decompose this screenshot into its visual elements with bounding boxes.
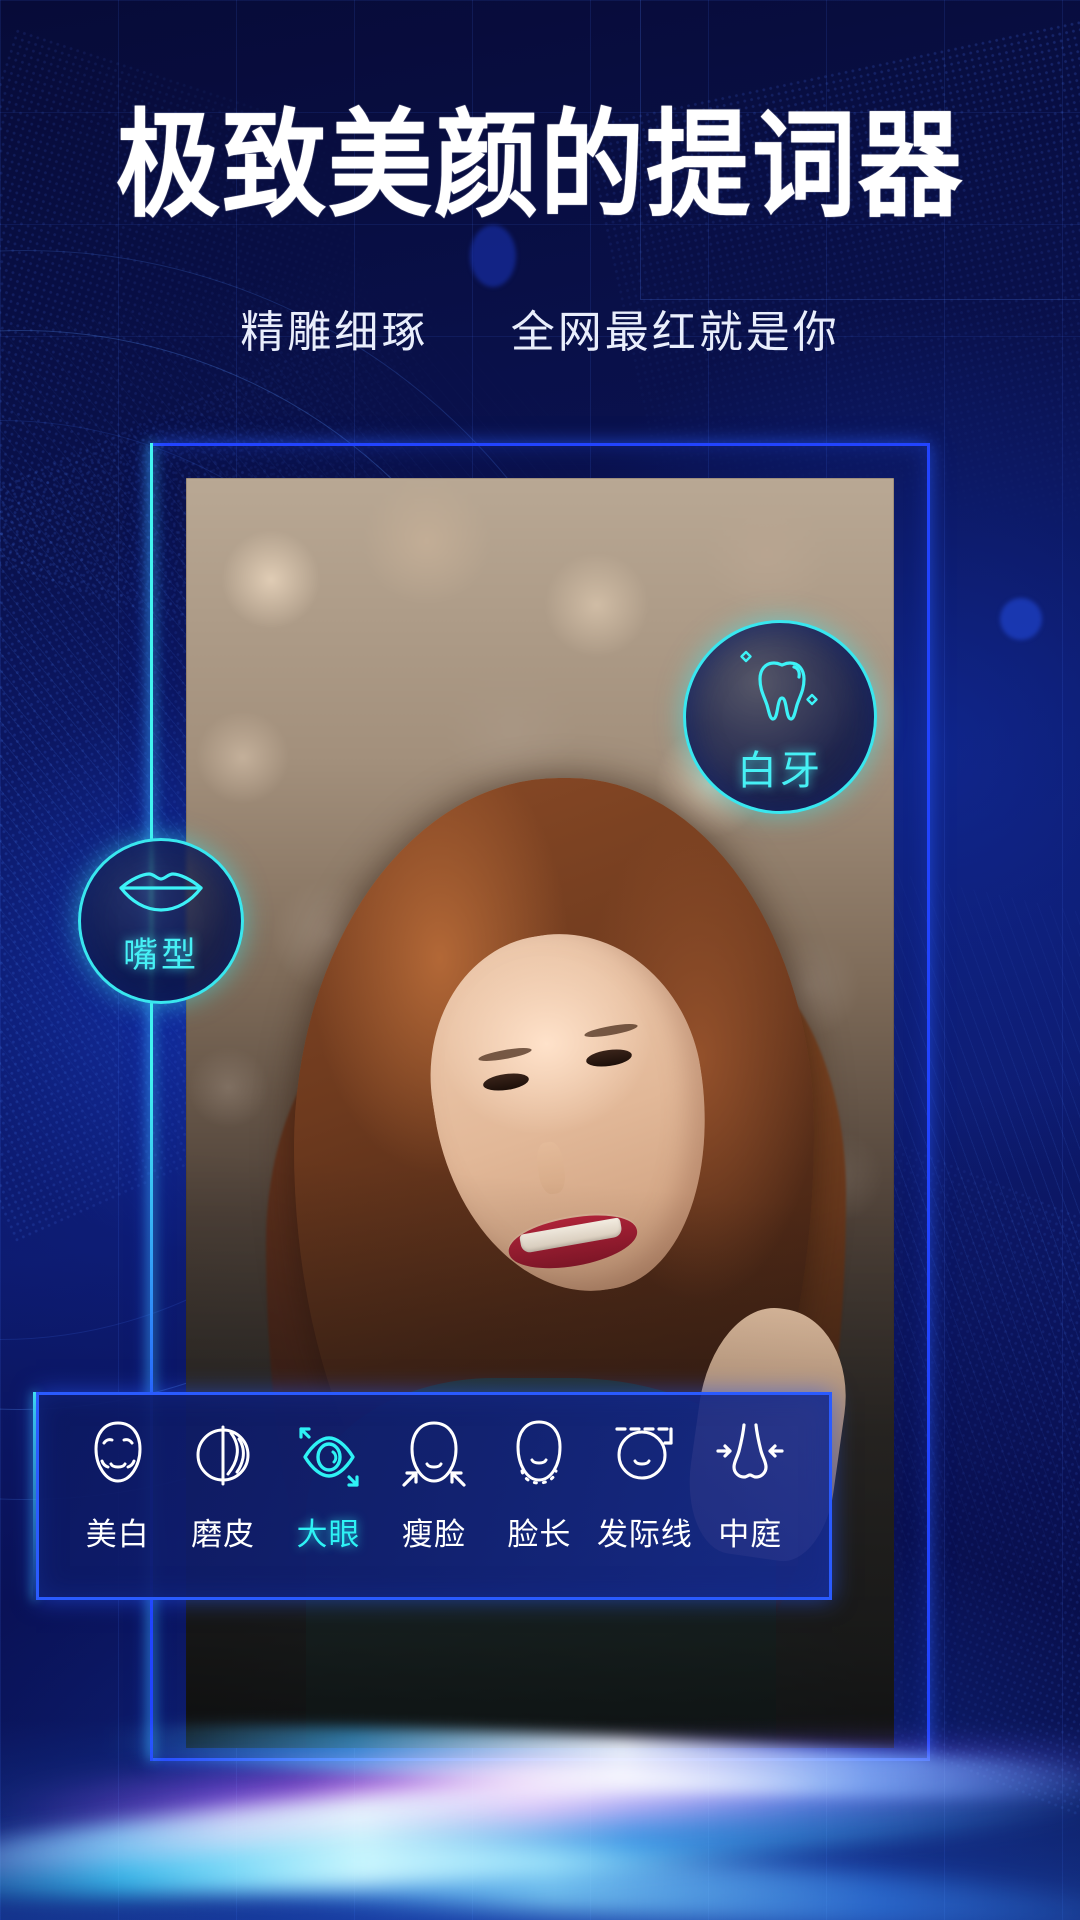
tool-label-slim-face: 瘦脸 (401, 1517, 466, 1552)
streak-hotspot (300, 1768, 820, 1808)
face-length-icon (503, 1417, 575, 1495)
page-subtitle: 精雕细琢 全网最红就是你 (0, 296, 1080, 360)
tool-label-hairline: 发际线 (596, 1517, 693, 1552)
tool-label-face-length: 脸长 (507, 1517, 572, 1552)
nose-middle-icon (714, 1417, 786, 1495)
subtitle-right: 全网最红就是你 (510, 308, 840, 357)
tool-item-slim-face[interactable]: 瘦脸 (381, 1417, 486, 1554)
page-title: 极致美颜的提词器 (115, 101, 964, 232)
tool-item-big-eyes[interactable]: 大眼 (276, 1417, 381, 1554)
poster-stage: 极致美颜的提词器 精雕细琢 全网最红就是你 白牙 嘴型 美白 磨皮 大眼 瘦脸 … (0, 0, 1080, 1920)
tool-label-smoothing: 磨皮 (191, 1517, 256, 1552)
big-eyes-icon (293, 1417, 365, 1495)
tool-label-big-eyes: 大眼 (296, 1517, 361, 1552)
face-whitening-icon (82, 1417, 154, 1495)
beauty-toolbar: 美白 磨皮 大眼 瘦脸 脸长 发际线 中庭 (36, 1392, 832, 1600)
tool-label-middle-face: 中庭 (718, 1517, 783, 1552)
decor-blob-1 (470, 225, 516, 287)
tool-item-smoothing[interactable]: 磨皮 (170, 1417, 275, 1554)
tool-label-whitening: 美白 (85, 1517, 150, 1552)
lips-icon (115, 864, 207, 925)
decor-blob-2 (1000, 598, 1042, 640)
slim-face-icon (398, 1417, 470, 1495)
tool-item-hairline[interactable]: 发际线 (592, 1417, 697, 1554)
tooth-icon (732, 639, 828, 736)
feature-badge-teeth-label: 白牙 (737, 748, 823, 793)
bottom-light-streaks (0, 1590, 1080, 1920)
feature-badge-mouth[interactable]: 嘴型 (78, 838, 244, 1004)
tool-item-middle-face[interactable]: 中庭 (698, 1417, 803, 1554)
subtitle-left: 精雕细琢 (240, 308, 429, 357)
feature-badge-teeth[interactable]: 白牙 (683, 620, 877, 814)
skin-smoothing-icon (187, 1417, 259, 1495)
tool-item-whitening[interactable]: 美白 (65, 1417, 170, 1554)
tool-item-face-length[interactable]: 脸长 (487, 1417, 592, 1554)
feature-badge-mouth-label: 嘴型 (122, 936, 199, 975)
hairline-icon (609, 1417, 681, 1495)
